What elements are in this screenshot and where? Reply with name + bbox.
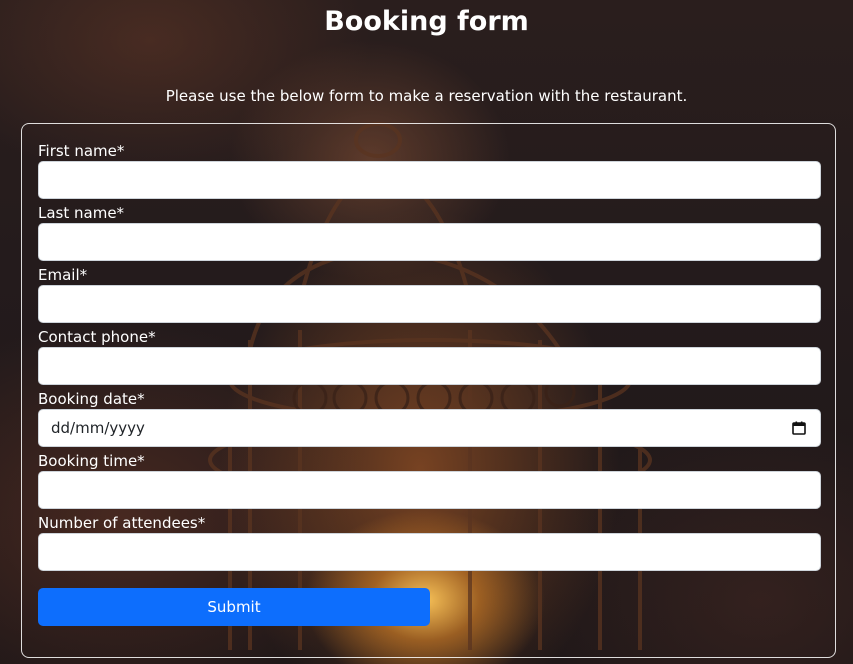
page-title: Booking form bbox=[324, 6, 529, 37]
booking-date-label: Booking date* bbox=[38, 390, 145, 408]
submit-button[interactable]: Submit bbox=[38, 588, 430, 626]
calendar-icon[interactable] bbox=[792, 421, 806, 435]
last-name-label: Last name* bbox=[38, 204, 125, 222]
email-label: Email* bbox=[38, 266, 88, 284]
contact-phone-label: Contact phone* bbox=[38, 328, 156, 346]
booking-date-field-group: Booking date* dd/mm/yyyy bbox=[38, 389, 821, 447]
booking-time-input[interactable] bbox=[38, 471, 821, 509]
first-name-label: First name* bbox=[38, 142, 125, 160]
attendees-field-group: Number of attendees* bbox=[38, 513, 821, 571]
booking-date-value: dd/mm/yyyy bbox=[51, 419, 145, 437]
contact-phone-field-group: Contact phone* bbox=[38, 327, 821, 385]
email-input[interactable] bbox=[38, 285, 821, 323]
last-name-field-group: Last name* bbox=[38, 203, 821, 261]
booking-date-input[interactable]: dd/mm/yyyy bbox=[38, 409, 821, 447]
last-name-input[interactable] bbox=[38, 223, 821, 261]
first-name-input[interactable] bbox=[38, 161, 821, 199]
page-subtitle: Please use the below form to make a rese… bbox=[165, 87, 688, 105]
booking-time-field-group: Booking time* bbox=[38, 451, 821, 509]
booking-form: First name* Last name* Email* Contact ph… bbox=[21, 123, 836, 658]
contact-phone-input[interactable] bbox=[38, 347, 821, 385]
booking-time-label: Booking time* bbox=[38, 452, 145, 470]
first-name-field-group: First name* bbox=[38, 141, 821, 199]
attendees-input[interactable] bbox=[38, 533, 821, 571]
attendees-label: Number of attendees* bbox=[38, 514, 206, 532]
email-field-group: Email* bbox=[38, 265, 821, 323]
